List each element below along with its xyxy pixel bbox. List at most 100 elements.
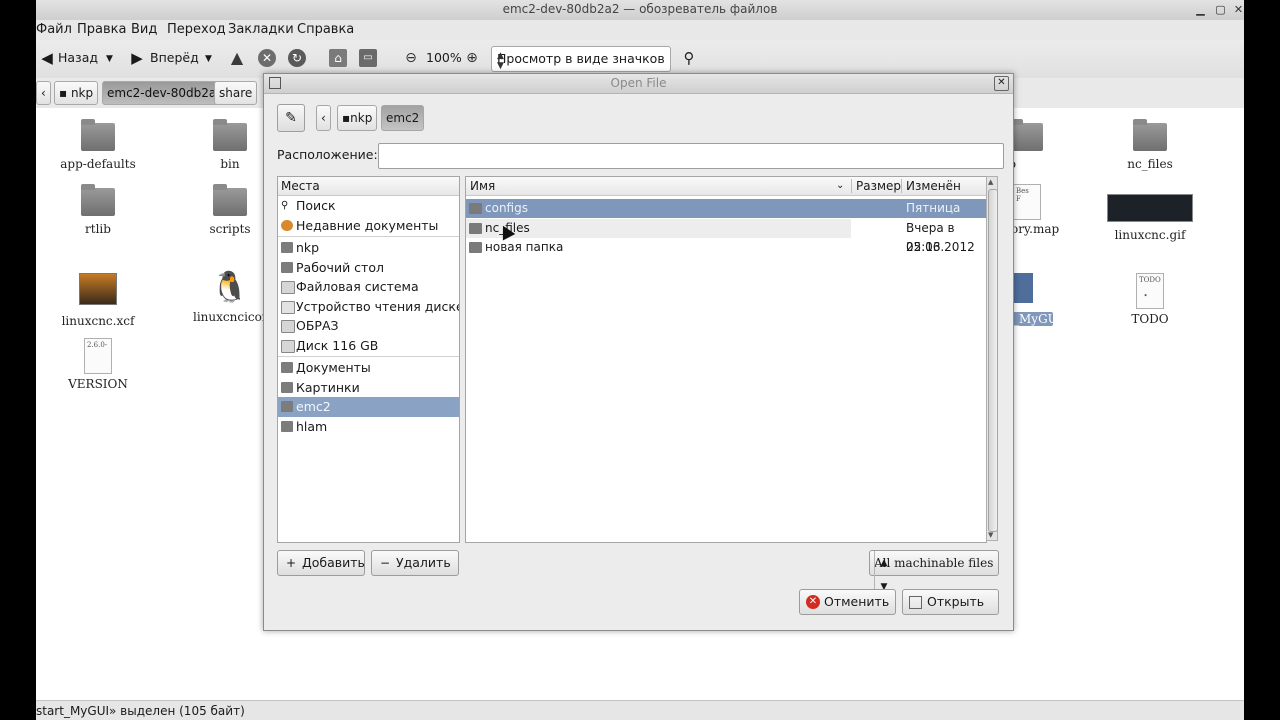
minimize-icon[interactable]: ▁ xyxy=(1194,3,1207,16)
scroll-up-icon[interactable]: ▲ xyxy=(988,178,993,186)
dialog-path-nkp[interactable]: ▪nkp xyxy=(337,105,378,131)
file-item[interactable]: linuxcnc.gif xyxy=(1105,194,1195,242)
forward-button[interactable]: Вперёд xyxy=(150,50,199,65)
menu-file[interactable]: Файл xyxy=(36,22,72,37)
column-size[interactable]: Размер xyxy=(856,179,901,193)
zoom-out-icon[interactable]: ⊖ xyxy=(402,49,420,67)
close-icon[interactable]: ✕ xyxy=(1232,3,1244,16)
places-header[interactable]: Места xyxy=(278,177,459,196)
path-nkp[interactable]: ▪ nkp xyxy=(54,81,99,105)
open-button[interactable]: Открыть xyxy=(902,589,999,615)
text-file-icon: 2.6.0- xyxy=(84,338,112,374)
back-history-icon[interactable]: ▼ xyxy=(106,54,113,64)
file-name: bin xyxy=(220,157,240,171)
back-button[interactable]: Назад xyxy=(58,50,98,65)
file-row-modified: Пятница xyxy=(906,201,961,215)
menu-go[interactable]: Переход xyxy=(167,22,226,37)
dialog-title: Open File xyxy=(610,76,667,90)
column-name[interactable]: Имя xyxy=(470,179,495,193)
up-arrow-icon[interactable]: ▲ xyxy=(228,49,246,67)
column-divider xyxy=(851,179,852,193)
file-name: _MyGUI xyxy=(1013,312,1063,326)
remove-bookmark-button[interactable]: − Удалить xyxy=(371,550,459,576)
back-arrow-icon[interactable]: ◀ xyxy=(38,49,56,67)
cancel-button[interactable]: ✕ Отменить xyxy=(799,589,896,615)
column-modified[interactable]: Изменён xyxy=(906,179,961,193)
file-name: scripts xyxy=(209,222,251,236)
reload-icon[interactable]: ↻ xyxy=(288,49,306,67)
file-item[interactable]: bin xyxy=(185,119,275,171)
computer-icon[interactable]: ▭ xyxy=(359,49,377,67)
file-item[interactable]: rtlib xyxy=(53,184,143,236)
place-emc2[interactable]: emc2 xyxy=(278,397,459,417)
path-emc2-dev[interactable]: emc2-dev-80db2a2 xyxy=(102,81,229,105)
path-share[interactable]: share xyxy=(214,81,258,105)
place-label: Картинки xyxy=(296,379,360,395)
place-floppy[interactable]: Устройство чтения дискет xyxy=(278,297,459,317)
place-filesystem[interactable]: Файловая система xyxy=(278,277,459,297)
place-hlam[interactable]: hlam xyxy=(278,417,459,437)
stop-icon[interactable]: ✕ xyxy=(258,49,276,67)
home-icon[interactable]: ⌂ xyxy=(329,49,347,67)
place-label: Устройство чтения дискет xyxy=(296,298,459,314)
menu-help[interactable]: Справка xyxy=(297,22,354,37)
file-row[interactable]: configs Пятница xyxy=(466,199,986,218)
type-location-button[interactable]: ✎ xyxy=(277,104,305,132)
file-item[interactable]: 2.6.0- VERSION xyxy=(53,338,143,391)
location-input[interactable] xyxy=(378,143,1004,169)
zoom-in-icon[interactable]: ⊕ xyxy=(463,49,481,67)
desktop-icon xyxy=(281,261,293,273)
window-title: emc2-dev-80db2a2 — обозреватель файлов xyxy=(502,2,778,16)
file-list: Имя ⌄ Размер Изменён configs Пятница nc_f… xyxy=(465,176,987,543)
folder-icon xyxy=(1009,119,1043,151)
file-row[interactable]: nc_files Вчера в 22:13 xyxy=(466,219,986,254)
place-recent[interactable]: Недавние документы xyxy=(278,216,459,236)
place-pictures[interactable]: Картинки xyxy=(278,378,459,398)
place-disk[interactable]: Диск 116 GB xyxy=(278,336,459,356)
forward-arrow-icon[interactable]: ▶ xyxy=(128,49,146,67)
dialog-path-emc2[interactable]: emc2 xyxy=(381,105,425,131)
file-item[interactable]: scripts xyxy=(185,184,275,236)
path-nkp-label: nkp xyxy=(70,86,94,100)
location-label: Расположение: xyxy=(277,147,378,162)
path-scroll-left-icon[interactable]: ‹ xyxy=(36,81,51,105)
place-image[interactable]: ОБРАЗ xyxy=(278,316,459,336)
drive-icon xyxy=(281,281,295,294)
file-item[interactable]: 🐧 linuxcncicon.p xyxy=(185,268,282,324)
place-label: ОБРАЗ xyxy=(296,318,339,333)
drive-icon xyxy=(281,339,295,353)
file-item[interactable]: TODO • TODO xyxy=(1105,273,1195,326)
file-item[interactable]: nc_files xyxy=(1105,119,1195,171)
image-icon xyxy=(1107,194,1193,222)
place-nkp[interactable]: nkp xyxy=(278,238,459,258)
forward-history-icon[interactable]: ▼ xyxy=(205,54,212,64)
place-label: Документы xyxy=(296,360,371,375)
menu-edit[interactable]: Правка xyxy=(77,22,126,37)
file-name: TODO xyxy=(1131,312,1169,326)
menu-view[interactable]: Вид xyxy=(131,22,157,37)
view-mode-select[interactable]: Просмотр в виде значков ▲ ▼ xyxy=(491,46,671,72)
binoculars-icon[interactable]: ⚲ xyxy=(680,49,698,67)
minus-icon: − xyxy=(379,556,391,570)
dialog-close-icon[interactable]: ✕ xyxy=(994,76,1009,91)
folder-icon xyxy=(81,184,115,216)
file-item[interactable]: app-defaults xyxy=(53,119,143,171)
file-item[interactable]: linuxcnc.xcf xyxy=(53,273,143,328)
plus-icon: + xyxy=(285,556,297,570)
file-name: linuxcncicon.p xyxy=(193,310,282,324)
column-divider xyxy=(901,179,902,193)
script-icon xyxy=(1013,273,1033,303)
scroll-down-icon[interactable]: ▼ xyxy=(988,531,993,539)
file-row[interactable]: новая папка 05.06.2012 xyxy=(466,238,986,257)
dialog-path-scroll-left-icon[interactable]: ‹ xyxy=(316,105,331,131)
place-search[interactable]: ⚲ Поиск xyxy=(278,196,459,216)
file-list-scrollbar[interactable]: ▲ ▼ xyxy=(986,176,998,541)
place-desktop[interactable]: Рабочий стол xyxy=(278,258,459,278)
scrollbar-thumb[interactable] xyxy=(988,189,998,532)
maximize-icon[interactable]: ▢ xyxy=(1214,3,1227,16)
add-bookmark-button[interactable]: + Добавить xyxy=(277,550,365,576)
place-documents[interactable]: Документы xyxy=(278,358,459,378)
image-icon xyxy=(79,273,117,305)
menu-bookmarks[interactable]: Закладки xyxy=(228,22,294,37)
file-filter-select[interactable]: All machinable files ▲ ▼ xyxy=(869,550,999,599)
